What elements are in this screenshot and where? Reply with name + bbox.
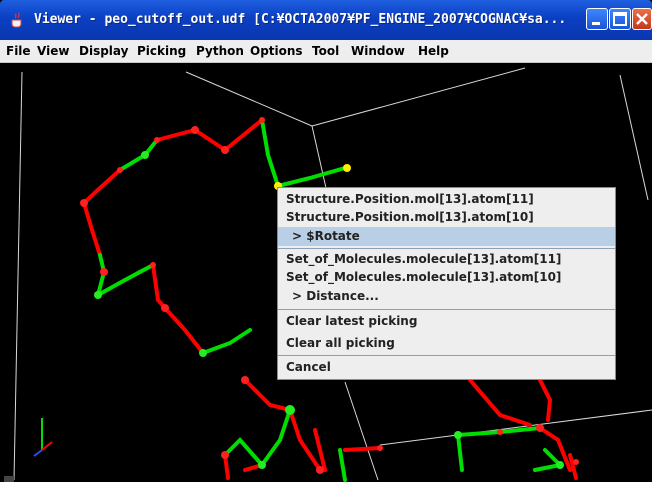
ctx-separator: [278, 309, 615, 310]
ctx-item-clear-latest[interactable]: Clear latest picking: [278, 312, 615, 331]
ctx-item-position-atom11[interactable]: Structure.Position.mol[13].atom[11]: [278, 190, 615, 209]
ctx-item-cancel[interactable]: Cancel: [278, 358, 615, 377]
ctx-item-molecules-atom10[interactable]: Set_of_Molecules.molecule[13].atom[10]: [278, 268, 615, 287]
menu-picking[interactable]: Picking: [137, 40, 186, 62]
status-marker: [4, 476, 14, 482]
maximize-icon: [613, 12, 627, 26]
menu-bar: File View Display Picking Python Options…: [0, 40, 652, 63]
java-cup-icon: [11, 12, 22, 28]
ctx-separator: [278, 355, 615, 356]
ctx-item-distance[interactable]: > Distance...: [278, 287, 615, 306]
ctx-separator: [278, 248, 615, 249]
minimize-button[interactable]: [586, 8, 608, 30]
menu-options[interactable]: Options: [250, 40, 303, 62]
menu-display[interactable]: Display: [79, 40, 128, 62]
menu-file[interactable]: File: [6, 40, 31, 62]
minimize-icon: [592, 22, 600, 25]
close-button[interactable]: [632, 8, 652, 30]
picking-context-menu: Structure.Position.mol[13].atom[11] Stru…: [277, 187, 616, 380]
ctx-item-molecules-atom11[interactable]: Set_of_Molecules.molecule[13].atom[11]: [278, 250, 615, 269]
close-icon: [636, 13, 648, 25]
menu-window[interactable]: Window: [351, 40, 405, 62]
title-bar[interactable]: Viewer - peo_cutoff_out.udf [C:¥OCTA2007…: [0, 0, 652, 40]
menu-view[interactable]: View: [37, 40, 69, 62]
menu-help[interactable]: Help: [418, 40, 449, 62]
picked-atom[interactable]: [343, 164, 351, 172]
ctx-item-rotate[interactable]: > $Rotate: [278, 227, 615, 246]
ctx-item-position-atom10[interactable]: Structure.Position.mol[13].atom[10]: [278, 208, 615, 227]
ctx-item-clear-all[interactable]: Clear all picking: [278, 334, 615, 353]
xyz-axes-icon: [33, 418, 53, 457]
menu-python[interactable]: Python: [196, 40, 244, 62]
maximize-button[interactable]: [609, 8, 631, 30]
menu-tool[interactable]: Tool: [312, 40, 339, 62]
polymer-chain-lower: [223, 378, 578, 482]
window-title: Viewer - peo_cutoff_out.udf [C:¥OCTA2007…: [34, 12, 567, 27]
